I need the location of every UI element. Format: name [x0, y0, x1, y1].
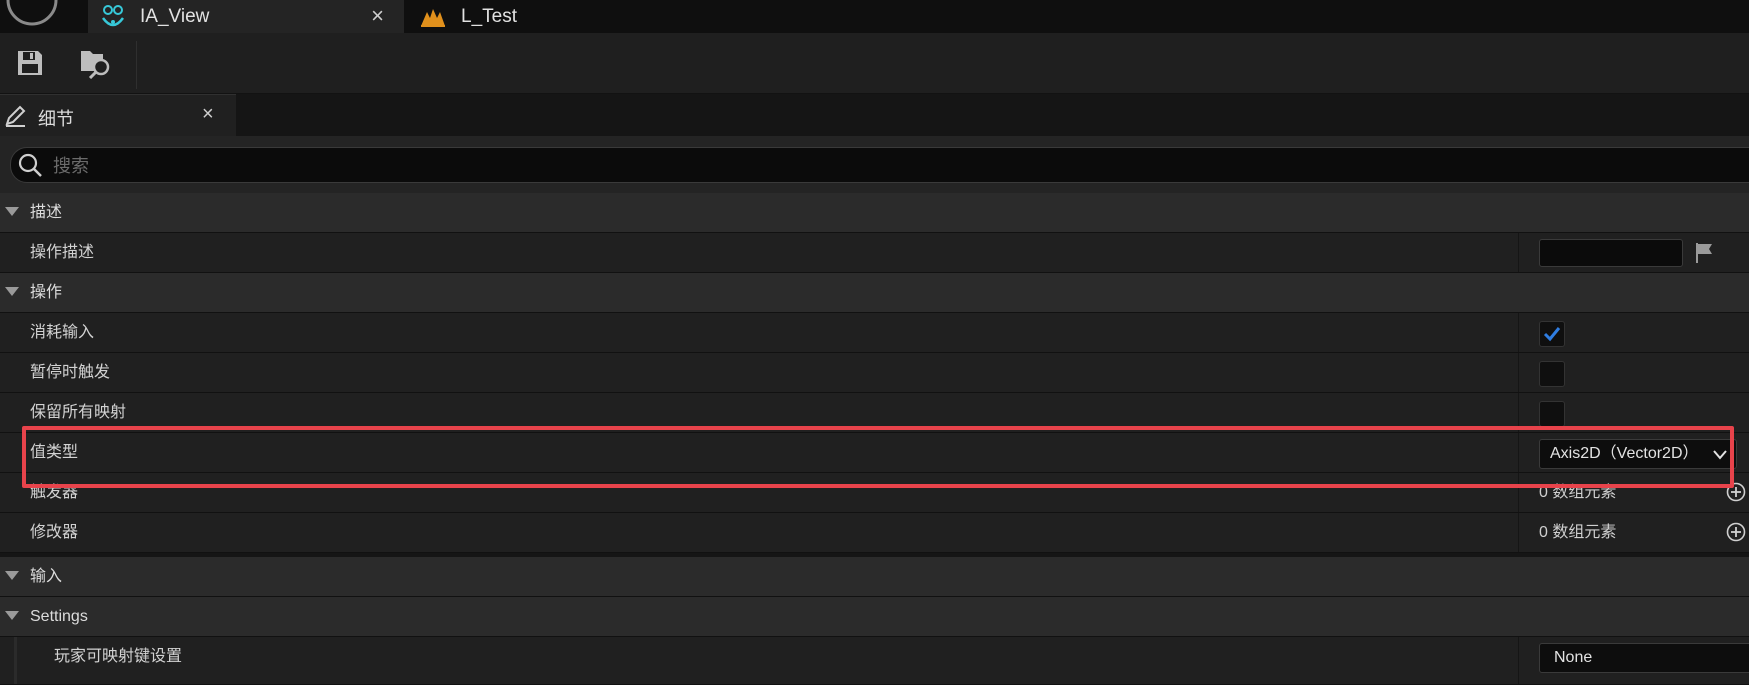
unreal-logo-icon	[6, 0, 58, 26]
localization-flag-icon[interactable]	[1694, 241, 1716, 265]
category-label: 描述	[30, 204, 63, 221]
category-label: 操作	[30, 284, 63, 301]
search-box[interactable]	[10, 147, 1749, 184]
tab-label: L_Test	[461, 5, 517, 27]
property-triggers: 触发器 0 数组元素	[0, 473, 1749, 513]
category-action[interactable]: 操作	[0, 273, 1749, 313]
property-value-type: 值类型 Axis2D（Vector2D）	[0, 433, 1749, 473]
expand-caret-icon[interactable]	[5, 611, 19, 620]
consume-input-checkbox[interactable]	[1539, 321, 1565, 347]
expand-caret-icon[interactable]	[5, 571, 19, 580]
column-divider[interactable]	[1518, 637, 1519, 684]
column-divider[interactable]	[1518, 353, 1519, 392]
column-divider[interactable]	[1518, 433, 1519, 472]
column-divider[interactable]	[1518, 473, 1519, 512]
property-trigger-when-paused: 暂停时触发	[0, 353, 1749, 393]
details-tab[interactable]: 细节 ×	[0, 94, 236, 137]
asset-toolbar	[0, 33, 1749, 94]
level-icon	[421, 8, 445, 27]
search-input[interactable]	[51, 148, 655, 184]
property-label: 消耗输入	[30, 324, 95, 341]
add-element-icon[interactable]	[1726, 482, 1746, 502]
expand-caret-icon[interactable]	[5, 287, 19, 296]
expand-caret-icon[interactable]	[5, 207, 19, 216]
close-tab-icon[interactable]: ×	[371, 3, 384, 29]
tab-label: IA_View	[140, 5, 210, 27]
property-label: 暂停时触发	[30, 364, 111, 381]
property-action-description: 操作描述	[0, 233, 1749, 273]
input-action-icon	[101, 4, 125, 26]
panel-tab-strip: 细节 ×	[0, 94, 1749, 137]
property-label: 保留所有映射	[30, 404, 127, 421]
browse-to-asset-button[interactable]	[74, 41, 118, 85]
save-icon	[18, 51, 42, 75]
column-divider[interactable]	[1518, 513, 1519, 552]
save-button[interactable]	[8, 41, 52, 85]
category-settings[interactable]: Settings	[0, 597, 1749, 637]
property-player-mappable-key-settings: 玩家可映射键设置 None	[0, 637, 1749, 685]
property-consume-input: 消耗输入	[0, 313, 1749, 353]
array-count: 0 数组元素	[1539, 524, 1617, 541]
column-divider[interactable]	[1518, 393, 1519, 432]
player-mappable-key-settings-dropdown[interactable]: None	[1539, 643, 1749, 673]
document-tab-bar: IA_View × L_Test	[0, 0, 1749, 33]
property-modifiers: 修改器 0 数组元素	[0, 513, 1749, 553]
browse-asset-icon	[81, 51, 110, 79]
property-label: 值类型	[30, 444, 79, 461]
details-tab-label: 细节	[38, 109, 74, 129]
tab-l-test[interactable]: L_Test	[405, 0, 625, 33]
search-area	[0, 136, 1749, 193]
category-input[interactable]: 输入	[0, 557, 1749, 597]
trigger-when-paused-checkbox[interactable]	[1539, 361, 1565, 387]
property-label: 修改器	[30, 524, 79, 541]
category-description[interactable]: 描述	[0, 193, 1749, 233]
details-pencil-icon	[5, 105, 26, 127]
property-label: 操作描述	[30, 244, 95, 261]
engine-logo-area[interactable]	[0, 0, 88, 33]
checkmark-icon	[1543, 327, 1561, 342]
dropdown-value: Axis2D（Vector2D）	[1550, 445, 1699, 462]
add-element-icon[interactable]	[1726, 522, 1746, 542]
tab-ia-view[interactable]: IA_View ×	[88, 0, 404, 33]
property-reserve-all-mappings: 保留所有映射	[0, 393, 1749, 433]
reserve-all-mappings-checkbox[interactable]	[1539, 401, 1565, 427]
value-type-dropdown[interactable]: Axis2D（Vector2D）	[1539, 439, 1737, 469]
category-label: Settings	[30, 608, 88, 625]
close-details-icon[interactable]: ×	[202, 103, 214, 126]
column-divider[interactable]	[1518, 233, 1519, 272]
property-label: 触发器	[30, 484, 79, 501]
column-divider[interactable]	[1518, 313, 1519, 352]
property-label: 玩家可映射键设置	[54, 648, 183, 665]
dropdown-value: None	[1554, 649, 1593, 666]
chevron-down-icon	[1713, 450, 1727, 460]
toolbar-separator	[136, 41, 137, 89]
action-description-field[interactable]	[1539, 239, 1683, 267]
search-icon	[18, 153, 42, 177]
category-label: 输入	[30, 568, 63, 585]
array-count: 0 数组元素	[1539, 484, 1617, 501]
indent-guide	[14, 637, 17, 684]
